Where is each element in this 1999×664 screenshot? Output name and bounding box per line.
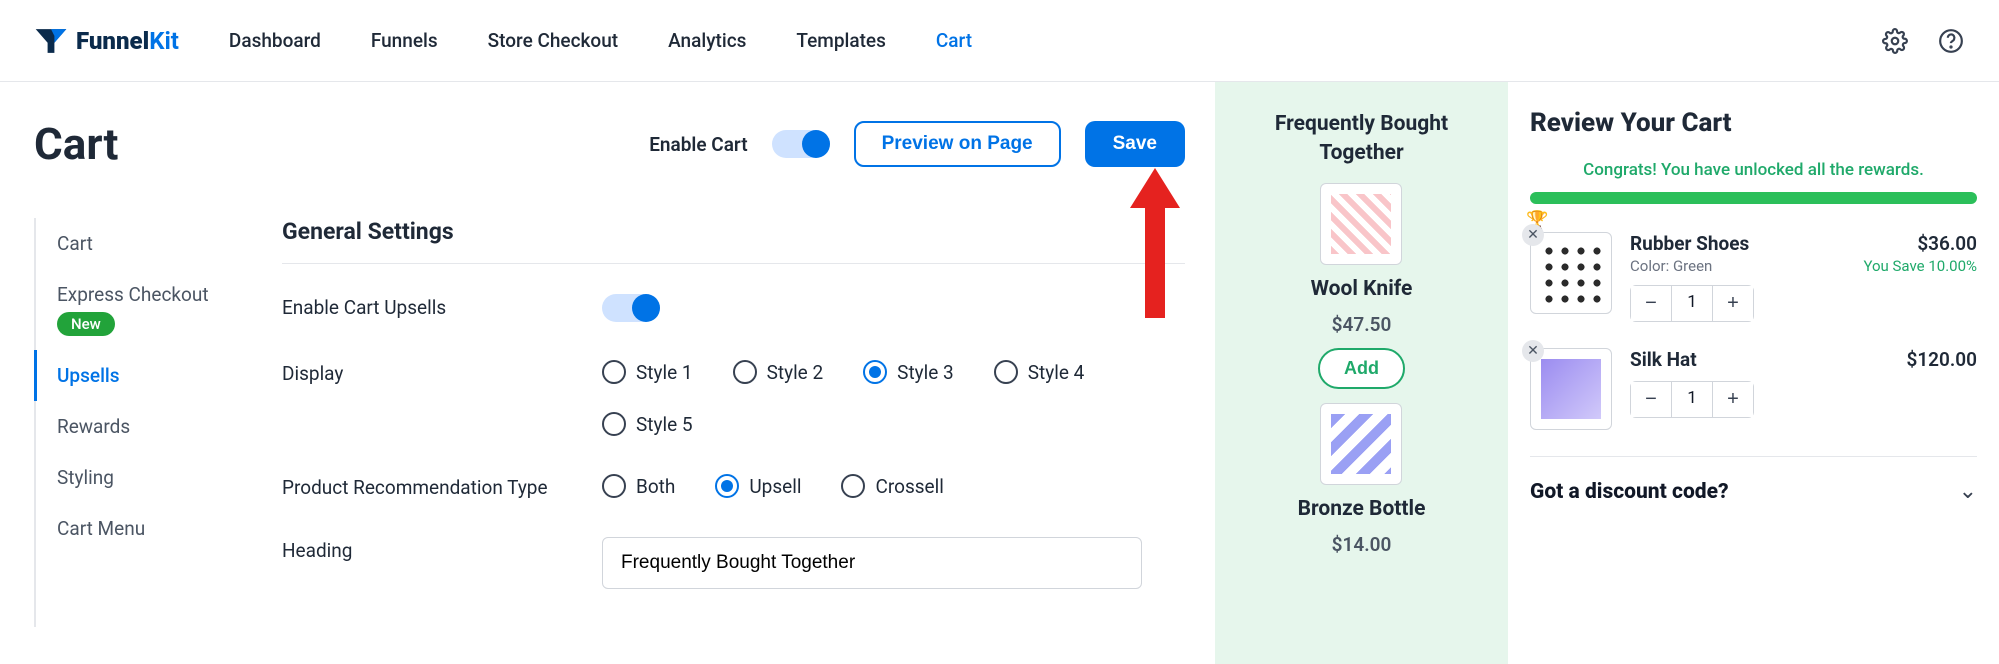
settings-icon[interactable] [1881, 27, 1909, 55]
nav-funnels[interactable]: Funnels [371, 29, 438, 52]
top-navbar: FunnelKit Dashboard Funnels Store Checko… [0, 0, 1999, 82]
qty-stepper: − 1 + [1630, 381, 1754, 418]
cart-item-save: You Save 10.00% [1863, 257, 1977, 275]
qty-minus-button[interactable]: − [1631, 382, 1671, 417]
fbt-title: Frequently Bought Together [1233, 110, 1490, 169]
nav-store-checkout[interactable]: Store Checkout [488, 29, 618, 52]
rec-type-label: Product Recommendation Type [282, 474, 602, 499]
radio-style-5-label: Style 5 [636, 413, 693, 436]
radio-upsell-label: Upsell [749, 475, 801, 498]
nav-cart[interactable]: Cart [936, 29, 972, 52]
product-thumb [1320, 183, 1402, 265]
radio-style-1[interactable]: Style 1 [602, 360, 693, 384]
discount-code-toggle[interactable]: Got a discount code? ⌄ [1530, 456, 1977, 526]
radio-style-3-label: Style 3 [897, 361, 954, 384]
enable-cart-label: Enable Cart [649, 133, 747, 156]
fbt-product-2: Bronze Bottle $14.00 [1298, 403, 1426, 556]
radio-style-4-label: Style 4 [1028, 361, 1085, 384]
sidebar-item-cart[interactable]: Cart [34, 218, 254, 269]
heading-input[interactable] [602, 537, 1142, 589]
radio-crossell-label: Crossell [875, 475, 943, 498]
brand-name-2: Kit [149, 27, 179, 55]
fbt-product-1: Wool Knife $47.50 Add [1311, 183, 1413, 389]
cart-item-name: Silk Hat [1630, 348, 1888, 371]
radio-both-label: Both [636, 475, 675, 498]
cart-item-1: ✕ Rubber Shoes Color: Green − 1 + $36.00… [1530, 232, 1977, 322]
sidebar-item-cart-menu[interactable]: Cart Menu [34, 503, 254, 554]
radio-style-2-label: Style 2 [767, 361, 824, 384]
cart-item-2: ✕ Silk Hat − 1 + $120.00 [1530, 348, 1977, 430]
cart-item-meta: Color: Green [1630, 257, 1845, 275]
sidebar-item-rewards[interactable]: Rewards [34, 401, 254, 452]
brand-logo: FunnelKit [34, 24, 179, 58]
enable-upsells-toggle[interactable] [602, 294, 660, 322]
page-title: Cart [34, 118, 118, 170]
radio-style-4[interactable]: Style 4 [994, 360, 1085, 384]
settings-heading: General Settings [282, 218, 1185, 245]
nav-dashboard[interactable]: Dashboard [229, 29, 321, 52]
nav-analytics[interactable]: Analytics [668, 29, 746, 52]
radio-style-2[interactable]: Style 2 [733, 360, 824, 384]
new-badge: New [57, 312, 115, 336]
product-price: $14.00 [1332, 533, 1392, 556]
nav-templates[interactable]: Templates [796, 29, 885, 52]
rewards-congrats: Congrats! You have unlocked all the rewa… [1530, 160, 1977, 180]
add-button[interactable]: Add [1318, 348, 1405, 389]
qty-plus-button[interactable]: + [1713, 382, 1753, 417]
rewards-progress: 🏆 [1530, 192, 1977, 204]
radio-style-1-label: Style 1 [636, 361, 693, 384]
funnelkit-logo-icon [34, 24, 68, 58]
remove-item-button[interactable]: ✕ [1522, 340, 1544, 362]
radio-crossell[interactable]: Crossell [841, 474, 943, 498]
qty-minus-button[interactable]: − [1631, 286, 1671, 321]
cart-item-price: $36.00 [1863, 232, 1977, 255]
sidebar-item-styling[interactable]: Styling [34, 452, 254, 503]
heading-label: Heading [282, 537, 602, 562]
product-thumb [1320, 403, 1402, 485]
qty-stepper: − 1 + [1630, 285, 1754, 322]
discount-label: Got a discount code? [1530, 480, 1729, 504]
sidebar-item-upsells[interactable]: Upsells [34, 350, 254, 401]
qty-value: 1 [1671, 382, 1713, 417]
qty-value: 1 [1671, 286, 1713, 321]
qty-plus-button[interactable]: + [1713, 286, 1753, 321]
fbt-panel: Frequently Bought Together Wool Knife $4… [1215, 82, 1508, 664]
brand-name-1: Funnel [76, 27, 149, 55]
chevron-down-icon: ⌄ [1959, 479, 1977, 504]
radio-upsell[interactable]: Upsell [715, 474, 801, 498]
product-price: $47.50 [1332, 313, 1392, 336]
cart-thumb [1530, 348, 1612, 430]
radio-style-3[interactable]: Style 3 [863, 360, 954, 384]
cart-review-panel: Review Your Cart Congrats! You have unlo… [1508, 82, 1999, 664]
product-name: Bronze Bottle [1298, 497, 1426, 521]
help-icon[interactable] [1937, 27, 1965, 55]
main-nav: Dashboard Funnels Store Checkout Analyti… [229, 29, 972, 52]
cart-thumb [1530, 232, 1612, 314]
cart-item-price: $120.00 [1906, 348, 1977, 430]
save-button[interactable]: Save [1085, 121, 1185, 167]
sidebar-item-express-checkout[interactable]: Express Checkout New [34, 269, 254, 350]
brand-name: FunnelKit [76, 27, 179, 55]
enable-cart-toggle[interactable] [772, 130, 830, 158]
preview-button[interactable]: Preview on Page [854, 121, 1061, 167]
radio-style-5[interactable]: Style 5 [602, 412, 1185, 436]
cart-item-name: Rubber Shoes [1630, 232, 1845, 255]
radio-both[interactable]: Both [602, 474, 675, 498]
settings-sidebar: Cart Express Checkout New Upsells Reward… [34, 218, 254, 627]
sidebar-express-label: Express Checkout [57, 283, 209, 306]
remove-item-button[interactable]: ✕ [1522, 224, 1544, 246]
enable-upsells-label: Enable Cart Upsells [282, 294, 602, 319]
product-name: Wool Knife [1311, 277, 1413, 301]
display-label: Display [282, 360, 602, 385]
cart-title: Review Your Cart [1530, 108, 1977, 138]
